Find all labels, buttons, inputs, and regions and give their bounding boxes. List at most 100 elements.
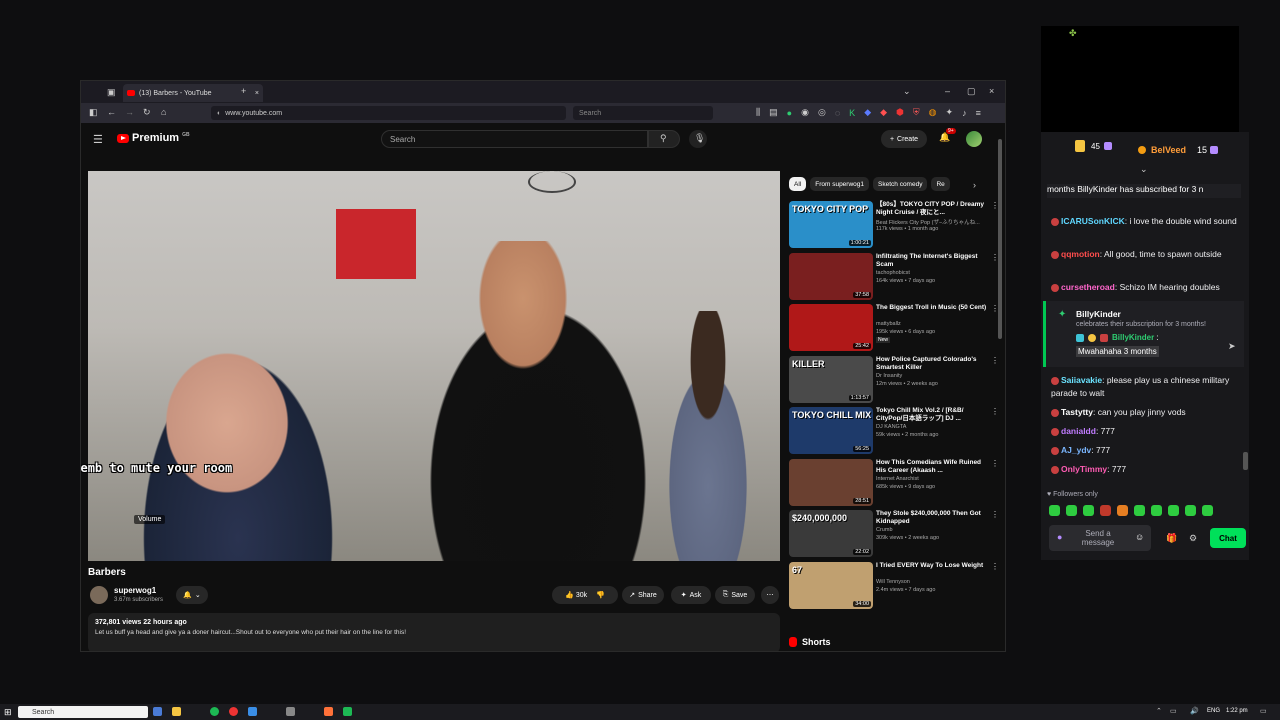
recommendation-title[interactable]: The Biggest Troll in Music (50 Cent) — [876, 304, 988, 312]
minimize-icon[interactable]: – — [945, 86, 950, 96]
notifications-button[interactable]: 🔔 9+ — [939, 128, 956, 143]
tray-notifications-icon[interactable]: ▭ — [1260, 707, 1267, 715]
chat-username[interactable]: Tastytty — [1061, 407, 1093, 417]
chat-username[interactable]: OnlyTimmy — [1061, 464, 1107, 474]
subscribe-bell-button[interactable]: 🔔 ⌄ — [176, 586, 208, 604]
create-button[interactable]: + Create — [881, 130, 927, 148]
tray-language[interactable]: ENG — [1207, 708, 1220, 714]
recommendation-thumbnail[interactable]: 25:42 — [789, 304, 873, 351]
forward-icon[interactable]: → — [125, 107, 134, 117]
taskbar-app-red-icon[interactable] — [229, 707, 238, 716]
more-options-icon[interactable]: ⋮ — [991, 253, 999, 262]
more-options-icon[interactable]: ⋮ — [991, 510, 999, 519]
taskbar-app-1-icon[interactable] — [153, 707, 162, 716]
reload-icon[interactable]: ↻ — [143, 107, 151, 118]
recommendation-item[interactable]: 37:58 Infiltrating The Internet's Biggest… — [789, 252, 999, 303]
recommendation-thumbnail[interactable]: 37:58 — [789, 252, 873, 300]
recommendation-title[interactable]: Infiltrating The Internet's Biggest Scam — [876, 253, 988, 269]
recommendation-title[interactable]: 【80s】TOKYO CITY POP / Dreamy Night Cruis… — [876, 201, 988, 217]
sidebar-toggle-icon[interactable]: ◧ — [89, 107, 98, 118]
recommendation-item[interactable]: KILLER 1:13:57 How Police Captured Colorad… — [789, 355, 999, 406]
chip-sketch-comedy[interactable]: Sketch comedy — [873, 177, 928, 191]
recommendation-thumbnail[interactable]: KILLER 1:13:57 — [789, 355, 873, 403]
channel-avatar[interactable] — [90, 586, 108, 604]
chat-settings-icon[interactable]: ⚙ — [1189, 533, 1197, 544]
chat-username[interactable]: cursetheroad — [1061, 282, 1115, 292]
recommendation-thumbnail[interactable]: $240,000,000 22:02 — [789, 510, 873, 557]
recommendation-channel[interactable]: mattyballz — [876, 321, 901, 327]
tray-network-icon[interactable]: ▭ — [1170, 707, 1177, 715]
emote-7-icon[interactable] — [1151, 505, 1162, 516]
sub-card-inline-user[interactable]: BillyKinder — [1112, 333, 1154, 342]
video-player[interactable]: Volume — [88, 171, 780, 561]
recommendation-thumbnail[interactable]: TOKYO CHILL MIX 56:25 — [789, 407, 873, 454]
chip-from-channel[interactable]: From superwog1 — [810, 177, 870, 191]
collapse-leaderboard-icon[interactable]: ⌄ — [1140, 164, 1148, 175]
recommendation-item[interactable]: 25:42 The Biggest Troll in Music (50 Cent… — [789, 304, 999, 354]
recommendation-title[interactable]: They Stole $240,000,000 Then Got Kidnapp… — [876, 510, 988, 526]
browser-search-field[interactable]: Search — [573, 106, 713, 120]
close-window-icon[interactable]: × — [989, 86, 994, 96]
more-options-icon[interactable]: ⋮ — [991, 562, 999, 571]
tray-chevron-icon[interactable]: ⌃ — [1156, 707, 1162, 715]
recommendation-channel[interactable]: Beat Flickers City Pop (ザ−ふりちゃんね... — [876, 218, 980, 226]
back-icon[interactable]: ← — [107, 107, 116, 117]
chat-username[interactable]: ICARUSonKICK — [1061, 216, 1125, 226]
maximize-icon[interactable]: ▢ — [967, 86, 976, 97]
chat-username[interactable]: Saiiavakie — [1061, 375, 1102, 385]
extension-puzzle-icon[interactable]: ✦ — [946, 107, 954, 118]
taskbar-app-gray-icon[interactable] — [286, 707, 295, 716]
sound-icon[interactable]: ♪ — [962, 107, 967, 118]
windows-start-icon[interactable]: ⊞ — [4, 707, 12, 718]
more-actions-button[interactable]: ⋯ — [761, 586, 779, 604]
youtube-logo[interactable]: Premium GB — [117, 132, 190, 144]
more-options-icon[interactable]: ⋮ — [991, 201, 999, 210]
recommendation-channel[interactable]: Will Tennyson — [876, 579, 910, 585]
tray-clock[interactable]: 1:22 pm — [1226, 708, 1248, 714]
send-message-input[interactable]: ● Send a message ☺ — [1049, 525, 1151, 551]
tab-overview-icon[interactable]: ▣ — [107, 87, 116, 98]
emote-8-icon[interactable] — [1168, 505, 1179, 516]
taskbar-search[interactable]: Search — [18, 706, 148, 718]
more-options-icon[interactable]: ⋮ — [991, 407, 999, 416]
taskbar-spotify-icon[interactable] — [210, 707, 219, 716]
ask-button[interactable]: ✦ Ask — [671, 586, 711, 604]
extension-gray-icon[interactable]: ◎ — [818, 107, 826, 118]
chat-gift-icon[interactable]: 🎁 — [1166, 533, 1177, 544]
chat-username[interactable]: danialdd — [1061, 426, 1096, 436]
taskbar-app-green-icon[interactable] — [343, 707, 352, 716]
like-button[interactable]: 👍 30k — [565, 591, 587, 599]
emote-4-icon[interactable] — [1100, 505, 1111, 516]
account-avatar[interactable] — [966, 131, 982, 147]
share-button[interactable]: ↗ Share — [622, 586, 664, 604]
tray-volume-icon[interactable]: 🔊 — [1190, 707, 1199, 715]
tab-close-icon[interactable]: × — [255, 90, 259, 97]
channel-name[interactable]: superwog1 — [114, 586, 156, 595]
recommendation-item[interactable]: 67 34:00 I Tried EVERY Way To Lose Weight W… — [789, 561, 999, 612]
new-tab-icon[interactable]: + — [241, 86, 246, 96]
chip-all[interactable]: All — [789, 177, 807, 191]
extension-blue-icon[interactable]: ◆ — [864, 107, 871, 118]
recommendation-item[interactable]: TOKYO CHILL MIX 56:25 Tokyo Chill Mix Vol.… — [789, 407, 999, 457]
chip-partial[interactable]: Re — [931, 177, 950, 191]
save-button[interactable]: ⎘ Save — [715, 586, 755, 604]
extension-k-icon[interactable]: K — [849, 107, 855, 118]
recommendation-item[interactable]: TOKYO CITY POP 1:00:21 【80s】TOKYO CITY POP… — [789, 201, 999, 251]
url-bar[interactable]: ◐ www.youtube.com — [211, 106, 566, 120]
emoji-icon[interactable]: ☺ — [1135, 532, 1144, 542]
recommendation-thumbnail[interactable]: 67 34:00 — [789, 561, 873, 609]
extension-green-icon[interactable]: ● — [787, 107, 792, 118]
recommendation-channel[interactable]: Dr Insanity — [876, 373, 902, 379]
recommendation-channel[interactable]: Crumb — [876, 527, 893, 533]
emote-1-icon[interactable] — [1049, 505, 1060, 516]
recommendation-item[interactable]: $240,000,000 22:02 They Stole $240,000,000… — [789, 510, 999, 560]
recommendation-title[interactable]: Tokyo Chill Mix Vol.2 / [R&B/ CityPop/日本… — [876, 407, 988, 423]
chat-username[interactable]: qqmotion — [1061, 249, 1100, 259]
taskbar-firefox-icon[interactable] — [324, 707, 333, 716]
recommendation-title[interactable]: How Police Captured Colorado's Smartest … — [876, 356, 988, 372]
recommendation-title[interactable]: How This Comedians Wife Ruined His Caree… — [876, 459, 988, 475]
chips-next-icon[interactable]: › — [973, 180, 976, 190]
home-icon[interactable]: ⌂ — [161, 107, 166, 117]
more-options-icon[interactable]: ⋮ — [991, 459, 999, 468]
dislike-button[interactable]: 👎 — [596, 591, 605, 599]
